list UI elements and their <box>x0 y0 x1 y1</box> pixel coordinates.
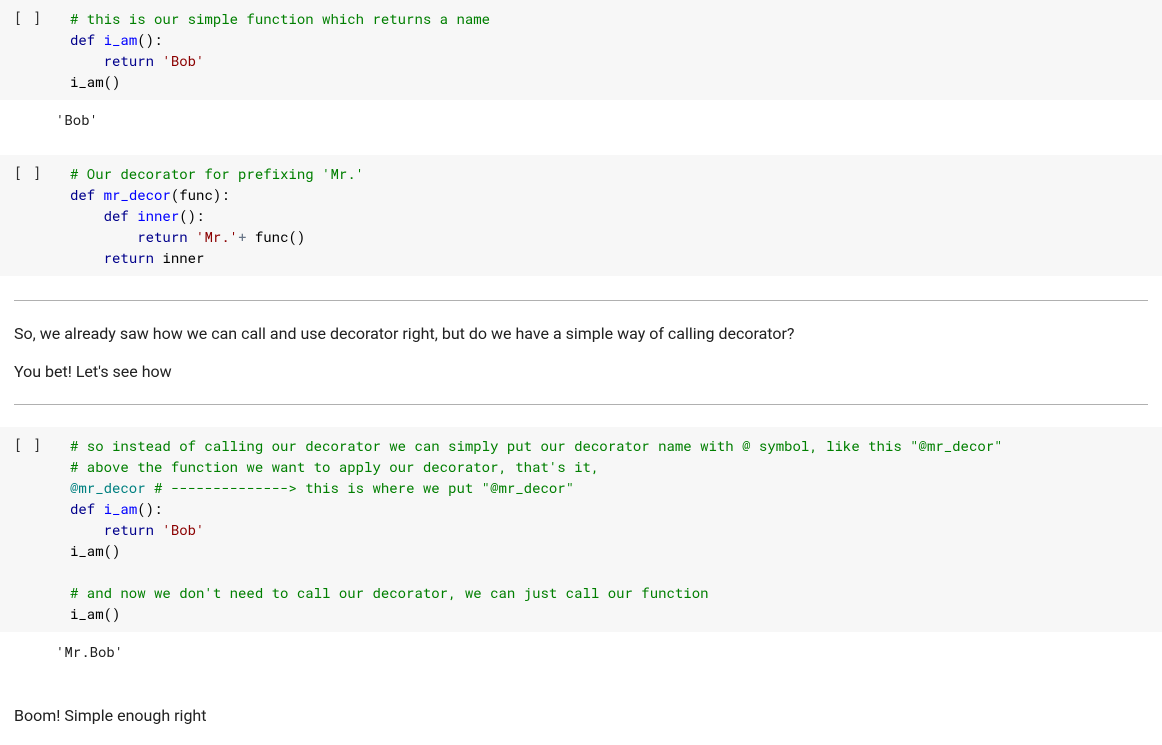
markdown-text: Boom! Simple enough right <box>14 703 1148 729</box>
markdown-cell-2: Boom! Simple enough right <box>0 687 1162 745</box>
code-editor[interactable]: # this is our simple function which retu… <box>70 0 1162 100</box>
code-editor[interactable]: # so instead of calling our decorator we… <box>70 427 1162 632</box>
horizontal-rule <box>14 404 1148 405</box>
code-cell-3: [ ] # so instead of calling our decorato… <box>0 427 1162 632</box>
markdown-text: So, we already saw how we can call and u… <box>14 321 1148 347</box>
horizontal-rule <box>14 300 1148 301</box>
code-cell-2: [ ] # Our decorator for prefixing 'Mr.' … <box>0 155 1162 276</box>
code-editor[interactable]: # Our decorator for prefixing 'Mr.' def … <box>70 155 1162 276</box>
code-content: # this is our simple function which retu… <box>70 8 1154 92</box>
prompt-label: [ ] <box>14 435 42 454</box>
output-cell-1: 'Bob' <box>0 102 1162 137</box>
code-content: # Our decorator for prefixing 'Mr.' def … <box>70 163 1154 268</box>
code-prompt[interactable]: [ ] <box>0 155 70 182</box>
output-cell-3: 'Mr.Bob' <box>0 634 1162 669</box>
prompt-label: [ ] <box>14 163 42 182</box>
output-text: 'Bob' <box>56 102 1162 137</box>
output-text: 'Mr.Bob' <box>56 634 1162 669</box>
prompt-label: [ ] <box>14 8 42 27</box>
code-content: # so instead of calling our decorator we… <box>70 435 1154 624</box>
markdown-text: You bet! Let's see how <box>14 359 1148 385</box>
code-prompt[interactable]: [ ] <box>0 0 70 27</box>
code-cell-1: [ ] # this is our simple function which … <box>0 0 1162 100</box>
markdown-cell-1: So, we already saw how we can call and u… <box>0 305 1162 400</box>
code-prompt[interactable]: [ ] <box>0 427 70 454</box>
